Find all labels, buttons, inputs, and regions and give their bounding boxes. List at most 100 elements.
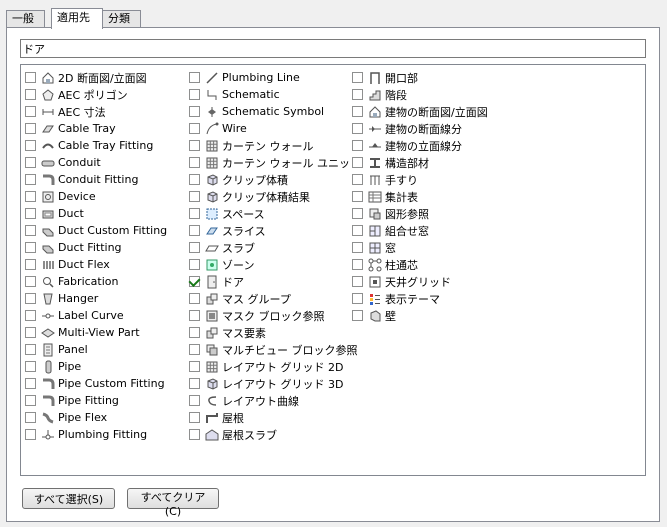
object-type-item[interactable]: Hanger bbox=[25, 290, 167, 307]
filter-input[interactable] bbox=[20, 39, 646, 58]
checkbox[interactable] bbox=[352, 293, 363, 304]
object-type-item[interactable]: 建物の立面線分 bbox=[352, 137, 488, 154]
checkbox[interactable] bbox=[352, 72, 363, 83]
object-type-item[interactable]: Conduit Fitting bbox=[25, 171, 167, 188]
tab-general[interactable]: 一般 bbox=[6, 10, 45, 27]
object-type-item[interactable]: Duct bbox=[25, 205, 167, 222]
checkbox[interactable] bbox=[189, 344, 200, 355]
checkbox[interactable] bbox=[25, 395, 36, 406]
checkbox[interactable] bbox=[25, 242, 36, 253]
object-type-item[interactable]: レイアウト曲線 bbox=[189, 392, 361, 409]
checkbox[interactable] bbox=[25, 140, 36, 151]
object-type-item[interactable]: Cable Tray bbox=[25, 120, 167, 137]
checkbox[interactable] bbox=[352, 140, 363, 151]
object-type-item[interactable]: Plumbing Fitting bbox=[25, 426, 167, 443]
object-type-item[interactable]: スラブ bbox=[189, 239, 361, 256]
checkbox[interactable] bbox=[25, 72, 36, 83]
checkbox[interactable] bbox=[352, 106, 363, 117]
checkbox[interactable] bbox=[189, 412, 200, 423]
checkbox[interactable] bbox=[189, 140, 200, 151]
object-type-item[interactable]: Schematic bbox=[189, 86, 361, 103]
object-type-item[interactable]: Label Curve bbox=[25, 307, 167, 324]
object-type-item[interactable]: Pipe Custom Fitting bbox=[25, 375, 167, 392]
checkbox[interactable] bbox=[189, 293, 200, 304]
checkbox[interactable] bbox=[189, 429, 200, 440]
checkbox[interactable] bbox=[25, 174, 36, 185]
checkbox[interactable] bbox=[25, 327, 36, 338]
object-type-item[interactable]: Schematic Symbol bbox=[189, 103, 361, 120]
object-type-item[interactable]: Conduit bbox=[25, 154, 167, 171]
checkbox[interactable] bbox=[189, 310, 200, 321]
checkbox[interactable] bbox=[25, 378, 36, 389]
object-type-item[interactable]: 建物の断面図/立面図 bbox=[352, 103, 488, 120]
checkbox[interactable] bbox=[189, 157, 200, 168]
checkbox[interactable] bbox=[352, 157, 363, 168]
object-type-item[interactable]: 階段 bbox=[352, 86, 488, 103]
object-type-item[interactable]: マスク ブロック参照 bbox=[189, 307, 361, 324]
object-type-item[interactable]: マルチビュー ブロック参照 bbox=[189, 341, 361, 358]
object-type-item[interactable]: 手すり bbox=[352, 171, 488, 188]
checkbox[interactable] bbox=[25, 361, 36, 372]
object-type-item[interactable]: 屋根 bbox=[189, 409, 361, 426]
object-type-item[interactable]: Multi-View Part bbox=[25, 324, 167, 341]
tab-applies-to[interactable]: 適用先 bbox=[51, 8, 103, 29]
checkbox[interactable] bbox=[25, 276, 36, 287]
checkbox[interactable] bbox=[25, 412, 36, 423]
object-type-item[interactable]: ドア bbox=[189, 273, 361, 290]
object-type-item[interactable]: Fabrication bbox=[25, 273, 167, 290]
checkbox[interactable] bbox=[189, 378, 200, 389]
object-type-item[interactable]: 開口部 bbox=[352, 69, 488, 86]
object-type-item[interactable]: カーテン ウォール bbox=[189, 137, 361, 154]
object-type-item[interactable]: スペース bbox=[189, 205, 361, 222]
checkbox-checked[interactable] bbox=[189, 276, 200, 287]
tab-classification[interactable]: 分類 bbox=[102, 10, 141, 27]
object-type-item[interactable]: 窓 bbox=[352, 239, 488, 256]
checkbox[interactable] bbox=[352, 259, 363, 270]
object-type-item[interactable]: 屋根スラブ bbox=[189, 426, 361, 443]
checkbox[interactable] bbox=[25, 157, 36, 168]
checkbox[interactable] bbox=[352, 123, 363, 134]
checkbox[interactable] bbox=[25, 208, 36, 219]
checkbox[interactable] bbox=[189, 208, 200, 219]
object-type-item[interactable]: レイアウト グリッド 2D bbox=[189, 358, 361, 375]
checkbox[interactable] bbox=[25, 310, 36, 321]
object-type-item[interactable]: Wire bbox=[189, 120, 361, 137]
checkbox[interactable] bbox=[25, 225, 36, 236]
object-type-item[interactable]: カーテン ウォール ユニット bbox=[189, 154, 361, 171]
checkbox[interactable] bbox=[189, 242, 200, 253]
object-type-item[interactable]: AEC ポリゴン bbox=[25, 86, 167, 103]
object-type-item[interactable]: Duct Fitting bbox=[25, 239, 167, 256]
checkbox[interactable] bbox=[352, 208, 363, 219]
checkbox[interactable] bbox=[189, 361, 200, 372]
checkbox[interactable] bbox=[25, 259, 36, 270]
object-type-item[interactable]: Plumbing Line bbox=[189, 69, 361, 86]
checkbox[interactable] bbox=[25, 89, 36, 100]
object-type-item[interactable]: 構造部材 bbox=[352, 154, 488, 171]
object-type-item[interactable]: Pipe Fitting bbox=[25, 392, 167, 409]
object-type-item[interactable]: 壁 bbox=[352, 307, 488, 324]
object-type-item[interactable]: AEC 寸法 bbox=[25, 103, 167, 120]
checkbox[interactable] bbox=[25, 106, 36, 117]
object-type-item[interactable]: Pipe Flex bbox=[25, 409, 167, 426]
object-type-item[interactable]: Duct Custom Fitting bbox=[25, 222, 167, 239]
checkbox[interactable] bbox=[189, 395, 200, 406]
object-type-item[interactable]: 集計表 bbox=[352, 188, 488, 205]
checkbox[interactable] bbox=[189, 72, 200, 83]
checkbox[interactable] bbox=[352, 174, 363, 185]
checkbox[interactable] bbox=[352, 276, 363, 287]
object-type-item[interactable]: マス要素 bbox=[189, 324, 361, 341]
checkbox[interactable] bbox=[25, 191, 36, 202]
checkbox[interactable] bbox=[189, 191, 200, 202]
object-type-item[interactable]: 2D 断面図/立面図 bbox=[25, 69, 167, 86]
checkbox[interactable] bbox=[189, 327, 200, 338]
checkbox[interactable] bbox=[189, 89, 200, 100]
object-type-item[interactable]: 建物の断面線分 bbox=[352, 120, 488, 137]
checkbox[interactable] bbox=[352, 310, 363, 321]
checkbox[interactable] bbox=[25, 293, 36, 304]
checkbox[interactable] bbox=[25, 429, 36, 440]
checkbox[interactable] bbox=[189, 225, 200, 236]
object-type-item[interactable]: 図形参照 bbox=[352, 205, 488, 222]
checkbox[interactable] bbox=[189, 259, 200, 270]
checkbox[interactable] bbox=[352, 89, 363, 100]
select-all-button[interactable]: すべて選択(S) bbox=[22, 488, 115, 509]
